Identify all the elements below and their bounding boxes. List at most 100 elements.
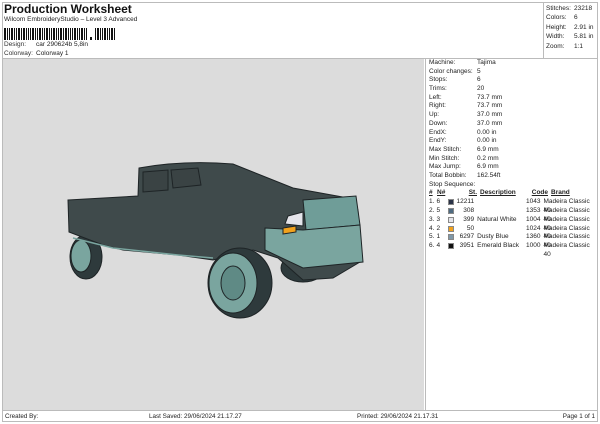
barcode-bar [44, 28, 45, 40]
design-label: Design: [4, 41, 27, 48]
table-row: 2. 5 308 1353 Madeira Classic 40 [429, 207, 595, 223]
color-swatch [447, 234, 455, 241]
design-preview [3, 59, 424, 410]
truck-embroidery-image [67, 162, 364, 319]
stat-value: 5.81 in [574, 33, 594, 41]
stop-sequence-header: # N# St. Description Code Brand [429, 189, 595, 198]
detail-value: 6 [477, 76, 481, 84]
barcode-bar [51, 28, 52, 40]
needle-number: 1 [436, 233, 441, 241]
barcode [4, 26, 116, 40]
barcode-bar [68, 28, 69, 40]
col-num: # [429, 189, 433, 197]
barcode-bar [77, 28, 78, 40]
stat-row: Colors: 6 [546, 13, 596, 22]
detail-value: 0.2 mm [477, 154, 499, 162]
detail-row: Trims: 20 [429, 85, 595, 94]
detail-row: Down: 37.0 mm [429, 120, 595, 129]
barcode-bar [74, 28, 76, 40]
detail-value: 0.00 in [477, 128, 497, 136]
thread-code: 1000 [526, 242, 541, 250]
stat-value: 6 [574, 14, 578, 22]
table-row: 1. 6 12211 1043 Madeira Classic 40 [429, 198, 595, 214]
detail-value: 37.0 mm [477, 111, 503, 119]
barcode-bar [97, 28, 99, 40]
detail-row: Max Jump: 6.9 mm [429, 163, 595, 172]
barcode-bar [32, 28, 34, 40]
detail-row: Min Stitch: 0.2 mm [429, 155, 595, 164]
stitch-count: 6297 [459, 233, 475, 241]
stat-label: Width: [546, 33, 565, 41]
detail-label: Color changes: [429, 67, 473, 75]
barcode-bar [28, 28, 29, 40]
color-swatch [447, 207, 455, 214]
detail-row: Max Stitch: 6.9 mm [429, 146, 595, 155]
barcode-bar [18, 28, 20, 40]
detail-label: EndX: [429, 128, 447, 136]
detail-row: Machine: Tajima [429, 59, 595, 68]
barcode-bar [107, 28, 108, 40]
col-description: Description [480, 189, 516, 197]
thread-description [474, 198, 520, 207]
detail-label: Down: [429, 119, 448, 127]
detail-value: 20 [477, 85, 485, 93]
stat-label: Zoom: [546, 42, 565, 50]
created-by: Created By: [5, 413, 39, 420]
colorway-row: Colorway: Colorway 1 [4, 50, 69, 57]
barcode-bar [23, 28, 25, 40]
details-panel: Machine: Tajima Color changes: 5 Stops: 6 Trim… [425, 59, 598, 410]
stats-box: Stitches: 23218 Colors: 6 Height: 2.91 in Widt… [543, 2, 598, 58]
needle-number: 4 [436, 242, 441, 250]
detail-value: 5 [477, 67, 481, 75]
barcode-bar [104, 28, 106, 40]
barcode-bar [14, 28, 15, 40]
barcode-bar [4, 28, 6, 40]
detail-row: Color changes: 5 [429, 68, 595, 77]
row-number: 3. [429, 215, 435, 223]
last-saved: Last Saved: 29/06/2024 21.17.27 [149, 413, 242, 420]
stat-value: 2.91 in [574, 23, 594, 31]
detail-row: EndX: 0.00 in [429, 129, 595, 138]
stat-value: 23218 [574, 5, 593, 12]
detail-value: 0.00 in [477, 137, 497, 145]
barcode-bar [39, 28, 41, 40]
detail-value: 162.54ft [477, 171, 501, 179]
software-name: Wilcom EmbroideryStudio – Level 3 Advanc… [4, 16, 138, 23]
row-number: 5. [429, 233, 435, 241]
barcode-bar [63, 28, 64, 40]
needle-number: 6 [436, 198, 441, 206]
detail-value: 37.0 mm [477, 119, 503, 127]
stitch-count: 399 [463, 215, 475, 223]
detail-label: Max Jump: [429, 163, 461, 171]
barcode-bar [35, 28, 36, 40]
barcode-bar [102, 28, 103, 40]
detail-label: Trims: [429, 85, 447, 93]
design-row: Design: car 290624b 5,8in [4, 41, 88, 48]
detail-value: 6.9 mm [477, 145, 499, 153]
colorway-value: Colorway 1 [36, 50, 69, 57]
footer: Created By: Last Saved: 29/06/2024 21.17… [2, 410, 598, 422]
detail-value: 6.9 mm [477, 163, 499, 171]
detail-label: EndY: [429, 137, 447, 145]
thread-code: 1043 [526, 198, 541, 206]
detail-row: EndY: 0.00 in [429, 137, 595, 146]
detail-label: Stops: [429, 76, 448, 84]
barcode-bar [21, 28, 22, 40]
barcode-bar [9, 28, 10, 40]
stop-sequence-table: 1. 6 12211 1043 Madeira Classic 40 2. 5 308 1353… [429, 198, 595, 258]
detail-row: Stops: 6 [429, 76, 595, 85]
row-number: 4. [429, 224, 435, 232]
thread-brand: Madeira Classic 40 [543, 233, 590, 250]
thread-description [474, 225, 520, 234]
design-value: car 290624b 5,8in [36, 41, 89, 48]
thread-code: 1004 [526, 215, 541, 223]
detail-row: Left: 73.7 mm [429, 94, 595, 103]
detail-label: Left: [429, 93, 442, 101]
needle-number: 2 [436, 224, 441, 232]
barcode-bar [46, 28, 48, 40]
barcode-bar [109, 28, 110, 40]
colorway-label: Colorway: [4, 50, 33, 57]
barcode-bar [81, 28, 83, 40]
stop-sequence-title: Stop Sequence: [429, 180, 476, 188]
barcode-bar [84, 28, 85, 40]
